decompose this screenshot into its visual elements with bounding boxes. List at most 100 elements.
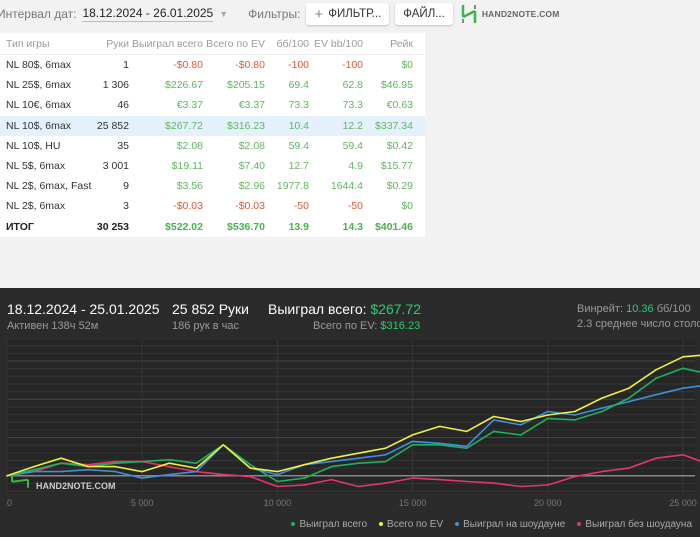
- data-point: [574, 410, 576, 413]
- add-filter-label: ФИЛЬТР...: [328, 8, 382, 20]
- table-row[interactable]: NL 25$, 6max 1 306 $226.67 $205.15 69.4 62.8 $…: [0, 75, 425, 95]
- data-point: [141, 460, 143, 463]
- table-cell: $2.96: [238, 180, 265, 193]
- file-label: ФАЙЛ...: [403, 8, 445, 20]
- data-point: [249, 475, 252, 478]
- column-header[interactable]: Выиграл всего: [129, 38, 203, 50]
- table-row[interactable]: NL 2$, 6max 3 -$0.03 -$0.03 -50 -50 $0: [0, 196, 425, 216]
- data-point: [249, 463, 252, 466]
- table-row[interactable]: NL 2$, 6max, Fast 9 $3.56 $2.96 1977.8 1644.4…: [0, 176, 425, 196]
- table-cell: 12.7: [288, 160, 309, 173]
- table-cell: $0.42: [386, 139, 413, 152]
- data-point: [303, 477, 306, 479]
- table-row[interactable]: NL 10$, 6max 25 852 $267.72 $316.23 10.4 12.2…: [0, 115, 425, 136]
- data-point: [6, 474, 8, 477]
- data-point: [60, 470, 62, 473]
- table-cell: NL 25$, 6max: [6, 79, 71, 92]
- table-cell: 10.4: [288, 119, 309, 132]
- data-point: [628, 397, 630, 399]
- data-point: [357, 462, 360, 464]
- table-cell: $19.11: [171, 160, 203, 173]
- table-cell: NL 2$, 6max, Fast: [6, 180, 92, 193]
- data-point: [276, 480, 279, 483]
- x-tick-label: 15 000: [399, 498, 427, 508]
- data-point: [384, 460, 387, 463]
- table-cell: 3 001: [102, 160, 129, 173]
- table-cell: 1977.8: [276, 180, 309, 193]
- legend-dot-icon: [291, 522, 296, 527]
- data-point: [655, 377, 657, 380]
- chevron-down-icon[interactable]: ▼: [219, 9, 228, 19]
- table-cell: -$0.03: [235, 200, 265, 213]
- legend-label: Выиграл без шоудауна: [585, 519, 692, 530]
- table-cell: $401.46: [375, 220, 413, 233]
- data-point: [114, 470, 116, 473]
- table-row[interactable]: NL 10$, HU 35 $2.08 $2.08 59.4 59.4 $0.42: [0, 136, 425, 156]
- legend-item[interactable]: Всего по EV: [379, 519, 443, 530]
- data-point: [33, 465, 35, 468]
- legend-label: Выиграл всего: [299, 519, 368, 530]
- data-point: [303, 484, 306, 486]
- plot-area: [7, 340, 695, 493]
- data-point: [465, 445, 468, 448]
- data-point: [276, 485, 279, 488]
- table-cell: 73.3: [342, 99, 363, 112]
- table-cell: $536.70: [227, 220, 265, 233]
- data-point: [601, 407, 603, 409]
- data-point: [114, 462, 116, 464]
- table-cell: $15.77: [380, 160, 413, 173]
- profit-chart: 0 5 000 10 000 15 000 20 000 25 000 HAND2NOTE.…: [6, 340, 700, 508]
- data-point: [492, 430, 495, 433]
- table-total-row[interactable]: ИТОГ 30 253 $522.02 $536.70 13.9 14.3 $401.46: [0, 217, 425, 237]
- table-cell: $3.56: [176, 180, 203, 193]
- x-tick-label: 25 000: [669, 498, 697, 508]
- table-cell: 69.4: [288, 79, 309, 92]
- column-header[interactable]: Руки: [95, 38, 129, 50]
- data-point: [438, 425, 441, 428]
- table-cell: 1 306: [102, 79, 129, 92]
- data-point: [195, 470, 198, 473]
- data-point: [601, 410, 603, 413]
- legend-item[interactable]: Выиграл всего: [291, 519, 367, 530]
- data-point: [222, 473, 225, 476]
- data-point: [519, 424, 522, 426]
- data-point: [114, 465, 116, 468]
- hand2note-logo-icon: [461, 5, 477, 23]
- column-header[interactable]: Тип игры: [0, 38, 95, 50]
- data-point: [601, 397, 603, 399]
- hand2note-logo: HAND2NOTE.COM: [461, 4, 560, 24]
- data-point: [222, 444, 225, 446]
- table-cell: 13.9: [288, 220, 309, 233]
- data-point: [87, 468, 89, 471]
- table-cell: $205.15: [227, 79, 265, 92]
- data-point: [60, 462, 62, 464]
- column-header[interactable]: EV bb/100: [309, 38, 363, 50]
- column-header[interactable]: Всего по EV: [203, 38, 265, 50]
- data-point: [438, 444, 441, 446]
- table-cell: €0.63: [386, 99, 413, 112]
- chart-legend: Выиграл всего Всего по EV Выиграл на шоуда…: [291, 519, 692, 530]
- plus-icon: +: [314, 5, 324, 23]
- table-cell: 9: [123, 180, 129, 193]
- data-point: [682, 356, 684, 358]
- table-row[interactable]: NL 10€, 6max 46 €3.37 €3.37 73.3 73.3 €0.63: [0, 95, 425, 115]
- table-cell: -50: [293, 200, 309, 213]
- data-point: [601, 470, 603, 473]
- legend-item[interactable]: Выиграл на шоудауне: [455, 519, 565, 530]
- table-row[interactable]: NL 80$, 6max 1 -$0.80 -$0.80 -100 -100 $0: [0, 55, 425, 75]
- table-cell: 25 852: [96, 119, 129, 132]
- x-tick-label: 0: [7, 498, 12, 508]
- file-button[interactable]: ФАЙЛ...: [395, 3, 453, 25]
- data-point: [574, 414, 576, 416]
- date-range-picker[interactable]: 18.12.2024 - 26.01.2025: [82, 6, 214, 22]
- column-header[interactable]: Рейк: [363, 38, 413, 50]
- table-cell: NL 10$, HU: [6, 139, 61, 152]
- table-cell: 73.3: [288, 99, 309, 112]
- data-point: [168, 458, 171, 461]
- game-type-table: Тип игры Руки Выиграл всего Всего по EV бб/1…: [0, 33, 425, 237]
- column-header[interactable]: бб/100: [265, 38, 309, 50]
- legend-item[interactable]: Выиграл без шоудауна: [577, 519, 692, 530]
- add-filter-button[interactable]: + ФИЛЬТР...: [306, 3, 390, 25]
- table-cell: $337.34: [375, 119, 413, 132]
- table-row[interactable]: NL 5$, 6max 3 001 $19.11 $7.40 12.7 4.9 $15.77: [0, 156, 425, 176]
